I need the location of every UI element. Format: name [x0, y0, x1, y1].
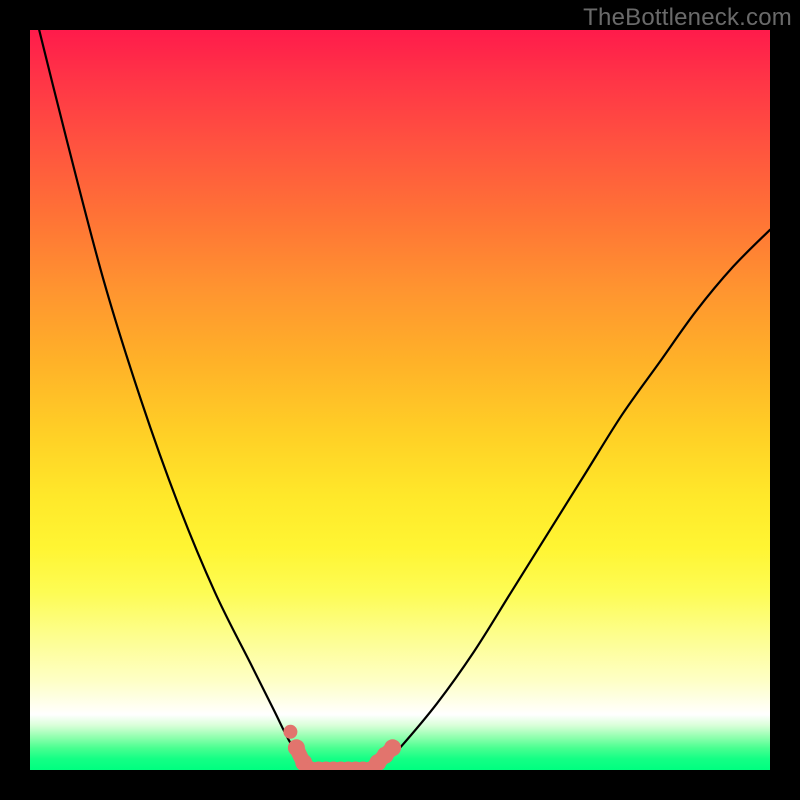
- curve-layer: [30, 30, 770, 770]
- plot-area: [30, 30, 770, 770]
- watermark-text: TheBottleneck.com: [583, 4, 792, 32]
- sweet-spot-band: [283, 725, 401, 770]
- bottleneck-curve: [30, 30, 770, 770]
- chart-frame: TheBottleneck.com: [0, 0, 800, 800]
